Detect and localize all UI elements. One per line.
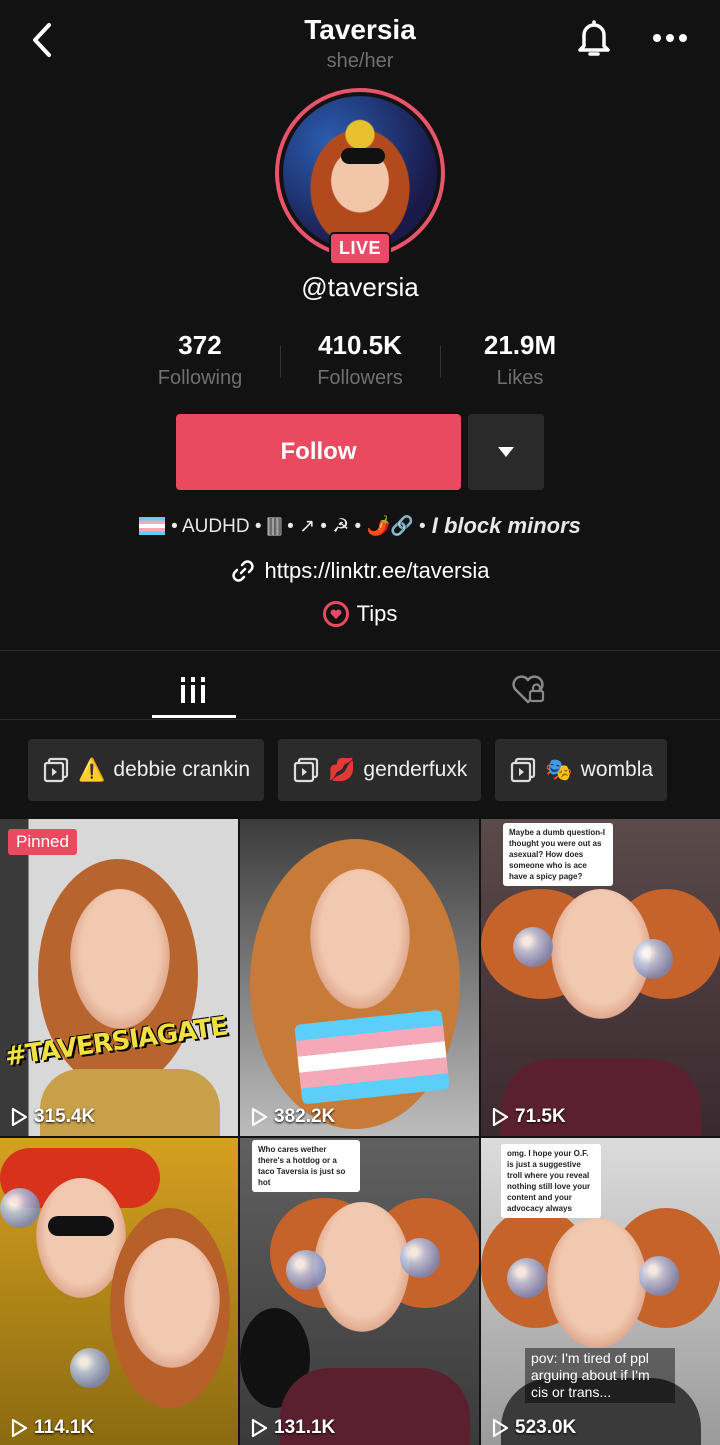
tips-label: Tips bbox=[356, 601, 398, 626]
avatar-image bbox=[283, 96, 437, 250]
sunglasses-shape bbox=[341, 148, 385, 164]
bubble-earring bbox=[70, 1348, 110, 1388]
stat-label: Following bbox=[157, 367, 243, 389]
bubble-earring bbox=[286, 1250, 326, 1290]
bubble-earring bbox=[513, 927, 553, 967]
bio-link[interactable]: https://linktr.ee/taversia bbox=[0, 555, 720, 587]
tab-videos[interactable] bbox=[150, 660, 236, 720]
bio-text: • AUDHD • 🀫 • ↗ • ☭ • 🌶️🔗 • bbox=[171, 516, 426, 537]
comment-reply-bubble: Who cares wether there's a hotdog or a t… bbox=[252, 1140, 360, 1192]
liked-hidden-heart-icon bbox=[512, 675, 545, 704]
face-shape bbox=[547, 1218, 647, 1348]
stat-likes[interactable]: 21.9M Likes bbox=[440, 330, 600, 400]
playlist-emoji: 💋 bbox=[328, 757, 356, 782]
face-shape bbox=[310, 869, 410, 1009]
playlist-chip[interactable]: 💋 genderfuxk bbox=[278, 739, 482, 801]
play-outline-icon bbox=[251, 1107, 268, 1127]
tips-heart-icon bbox=[322, 601, 349, 627]
face-shape bbox=[70, 889, 170, 1029]
bubble-earring bbox=[507, 1258, 547, 1298]
pinned-badge: Pinned bbox=[8, 829, 77, 855]
stat-value: 372 bbox=[178, 330, 222, 360]
more-dots-icon bbox=[653, 34, 687, 42]
stat-value: 21.9M bbox=[483, 330, 557, 360]
bell-icon bbox=[578, 20, 610, 56]
caret-down-icon bbox=[498, 447, 514, 457]
stat-value: 410.5K bbox=[318, 330, 402, 360]
play-outline-icon bbox=[492, 1107, 509, 1127]
video-grid: Pinned #TAVERSIAGATE 315.4K 382.2K Maybe… bbox=[0, 819, 720, 1445]
sunglasses-shape bbox=[48, 1216, 114, 1236]
bubble-earring bbox=[639, 1256, 679, 1296]
playlist-emoji: ⚠️ bbox=[78, 757, 106, 782]
playlist-icon bbox=[293, 757, 319, 783]
suggested-accounts-dropdown-button[interactable] bbox=[468, 414, 544, 490]
video-thumbnail[interactable]: Pinned #TAVERSIAGATE 315.4K bbox=[0, 819, 238, 1136]
play-outline-icon bbox=[492, 1418, 509, 1438]
playlist-row: ⚠️ debbie crankin 💋 genderfuxk 🎭 wombla bbox=[28, 739, 720, 801]
bio-italic-text: I block minors bbox=[431, 513, 581, 538]
play-outline-icon bbox=[11, 1107, 28, 1127]
top-bar: Taversia she/her bbox=[0, 0, 720, 80]
playlist-label: wombla bbox=[580, 758, 654, 781]
view-count: 131.1K bbox=[250, 1417, 335, 1439]
view-count: 71.5K bbox=[491, 1106, 566, 1128]
profile-stats: 372 Following 410.5K Followers 21.9M Lik… bbox=[120, 330, 600, 400]
stat-following[interactable]: 372 Following bbox=[120, 330, 280, 400]
bubble-earring bbox=[633, 939, 673, 979]
playlist-label: debbie crankin bbox=[113, 758, 250, 781]
more-options-button[interactable] bbox=[648, 20, 692, 56]
video-thumbnail[interactable]: omg. I hope your O.F. is just a suggesti… bbox=[481, 1138, 720, 1445]
comment-reply-bubble: Maybe a dumb question-I thought you were… bbox=[503, 823, 613, 886]
grid-icon bbox=[181, 677, 205, 703]
playlist-icon bbox=[43, 757, 69, 783]
comment-reply-bubble: omg. I hope your O.F. is just a suggesti… bbox=[501, 1144, 601, 1218]
live-badge[interactable]: LIVE bbox=[328, 232, 392, 265]
notification-bell-button[interactable] bbox=[572, 16, 616, 60]
trans-flag-icon bbox=[139, 517, 166, 535]
divider bbox=[0, 719, 720, 720]
playlist-chip[interactable]: 🎭 wombla bbox=[495, 739, 668, 801]
bubble-earring bbox=[0, 1188, 40, 1228]
playlist-emoji: 🎭 bbox=[545, 757, 573, 782]
playlist-icon bbox=[511, 757, 536, 783]
view-count: 114.1K bbox=[10, 1417, 94, 1439]
play-outline-icon bbox=[251, 1418, 268, 1438]
video-thumbnail[interactable]: Who cares wether there's a hotdog or a t… bbox=[240, 1138, 479, 1445]
view-count: 523.0K bbox=[491, 1417, 576, 1439]
video-thumbnail[interactable]: 382.2K bbox=[240, 819, 479, 1136]
avatar[interactable]: LIVE bbox=[275, 88, 445, 265]
active-tab-indicator bbox=[152, 715, 236, 718]
stat-label: Likes bbox=[496, 367, 544, 389]
bubble-earring bbox=[400, 1238, 440, 1278]
playlist-label: genderfuxk bbox=[363, 758, 468, 781]
tab-liked[interactable] bbox=[485, 660, 571, 720]
username-handle: @taversia bbox=[301, 272, 419, 302]
link-icon bbox=[231, 560, 254, 582]
play-outline-icon bbox=[11, 1418, 28, 1438]
playlist-chip[interactable]: ⚠️ debbie crankin bbox=[28, 739, 264, 801]
face-shape bbox=[314, 1202, 410, 1332]
video-thumbnail[interactable]: 114.1K bbox=[0, 1138, 238, 1445]
bio: • AUDHD • 🀫 • ↗ • ☭ • 🌶️🔗 • I block mino… bbox=[0, 508, 720, 544]
video-thumbnail[interactable]: Maybe a dumb question-I thought you were… bbox=[481, 819, 720, 1136]
pov-text-overlay: pov: I'm tired of ppl arguing about if I… bbox=[525, 1348, 675, 1403]
divider bbox=[0, 650, 720, 651]
tips-button[interactable]: Tips bbox=[0, 598, 720, 630]
stat-label: Followers bbox=[317, 367, 403, 389]
view-count: 315.4K bbox=[10, 1106, 95, 1128]
face-shape bbox=[124, 1238, 220, 1368]
view-count: 382.2K bbox=[250, 1106, 335, 1128]
link-url: https://linktr.ee/taversia bbox=[264, 558, 490, 583]
trans-flag-shape bbox=[294, 1009, 450, 1105]
stat-followers[interactable]: 410.5K Followers bbox=[280, 330, 440, 400]
follow-button[interactable]: Follow bbox=[176, 414, 461, 490]
